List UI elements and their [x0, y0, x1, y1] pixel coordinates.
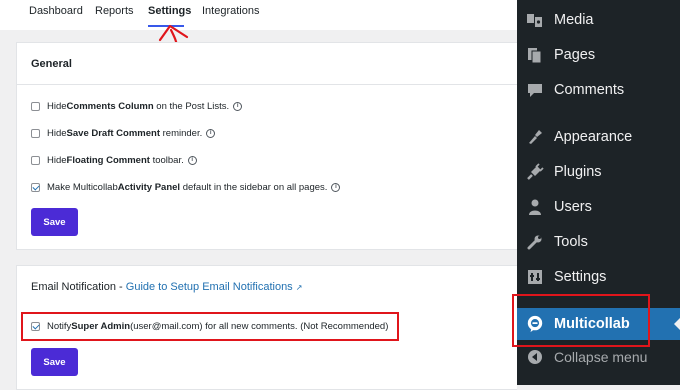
info-icon[interactable]: i: [331, 183, 341, 192]
highlight-box: [21, 312, 399, 341]
option-text: Make Multicollab: [47, 182, 118, 193]
info-icon[interactable]: i: [206, 129, 216, 138]
settings-tabs: Dashboard Reports Settings Integrations: [0, 0, 517, 30]
media-icon: [526, 11, 544, 29]
option-text: Hide: [47, 128, 67, 139]
title-separator: -: [115, 281, 126, 293]
sidebar-item-plugins[interactable]: Plugins: [517, 157, 680, 187]
email-title-text: Email Notification: [31, 281, 116, 293]
general-card: General Hide Comments Column on the Post…: [16, 42, 517, 250]
tab-integrations[interactable]: Integrations: [202, 5, 259, 17]
sidebar-item-users[interactable]: Users: [517, 192, 680, 222]
sidebar-item-label: Collapse menu: [554, 349, 648, 365]
option-bold-text: Save Draft Comment: [66, 128, 160, 139]
plugins-icon: [526, 163, 544, 181]
general-save-button[interactable]: Save: [31, 208, 78, 236]
option-hide-comments-column: Hide Comments Column on the Post Lists. …: [31, 101, 243, 112]
info-icon[interactable]: i: [187, 156, 197, 165]
sidebar-item-appearance[interactable]: Appearance: [517, 122, 680, 152]
active-pointer-icon: [674, 318, 680, 330]
sidebar-item-pages[interactable]: Pages: [517, 40, 680, 70]
sidebar-item-label: Tools: [554, 234, 588, 250]
collapse-icon: [526, 348, 544, 366]
info-icon[interactable]: i: [233, 102, 243, 111]
checkbox-activity-panel-default[interactable]: [31, 183, 40, 192]
comments-icon: [526, 81, 544, 99]
multicollab-highlight-box: [512, 294, 650, 347]
email-save-button[interactable]: Save: [31, 348, 78, 376]
guide-link[interactable]: Guide to Setup Email Notifications: [126, 281, 293, 293]
external-link-icon[interactable]: ↗: [296, 283, 303, 292]
checkbox-hide-save-draft[interactable]: [31, 129, 40, 138]
option-hide-floating-comment: Hide Floating Comment toolbar. i: [31, 155, 197, 166]
checkbox-hide-floating-comment[interactable]: [31, 156, 40, 165]
checkbox-hide-comments-column[interactable]: [31, 102, 40, 111]
sidebar-item-label: Plugins: [554, 164, 602, 180]
sidebar-item-label: Pages: [554, 47, 596, 63]
tab-reports[interactable]: Reports: [95, 5, 134, 17]
sidebar-item-comments[interactable]: Comments: [517, 75, 680, 105]
general-title: General: [17, 43, 517, 85]
sidebar-item-label: Settings: [554, 269, 607, 285]
option-bold-text: Activity Panel: [117, 182, 181, 193]
admin-sidebar: Media Pages Comments Appearance Plugins …: [512, 0, 680, 385]
option-bold-text: Floating Comment: [66, 155, 150, 166]
option-hide-save-draft: Hide Save Draft Comment reminder. i: [31, 128, 216, 139]
option-activity-panel-default: Make Multicollab Activity Panel default …: [31, 182, 341, 193]
sidebar-item-settings[interactable]: Settings: [517, 262, 680, 292]
option-text: Hide: [47, 155, 67, 166]
pages-icon: [526, 46, 544, 64]
appearance-icon: [526, 128, 544, 146]
users-icon: [526, 198, 544, 216]
email-notification-title: Email Notification - Guide to Setup Emai…: [31, 281, 302, 293]
sidebar-item-label: Users: [554, 199, 592, 215]
sidebar-item-label: Appearance: [554, 129, 633, 145]
option-text: toolbar.: [152, 155, 184, 166]
sidebar-item-label: Media: [554, 12, 594, 28]
option-text: Hide: [47, 101, 67, 112]
option-text: on the Post Lists.: [156, 101, 230, 112]
option-text: default in the sidebar on all pages.: [182, 182, 328, 193]
main-content: Dashboard Reports Settings Integrations …: [0, 0, 517, 390]
option-bold-text: Comments Column: [66, 101, 154, 112]
option-text: reminder.: [162, 128, 203, 139]
sidebar-item-media[interactable]: Media: [517, 5, 680, 35]
settings-icon: [526, 268, 544, 286]
tools-icon: [526, 233, 544, 251]
sidebar-item-tools[interactable]: Tools: [517, 227, 680, 257]
sidebar-item-label: Comments: [554, 82, 625, 98]
tab-dashboard[interactable]: Dashboard: [29, 5, 83, 17]
